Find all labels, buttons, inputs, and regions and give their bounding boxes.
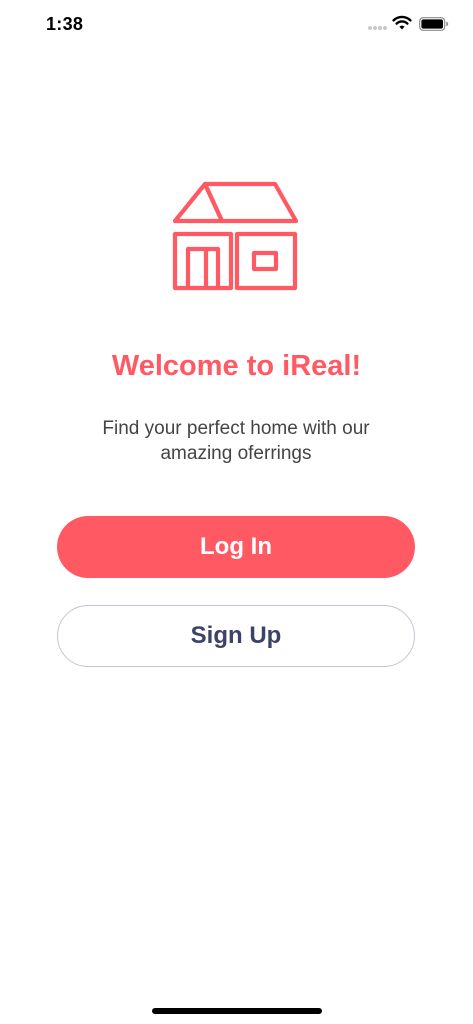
signup-button[interactable]: Sign Up (57, 605, 415, 667)
battery-icon (419, 17, 449, 31)
status-time: 1:38 (46, 14, 84, 34)
status-bar: 1:38 (0, 0, 473, 50)
home-indicator[interactable] (152, 1008, 322, 1014)
welcome-title: Welcome to iReal! (111, 350, 362, 382)
signal-dots-icon (368, 26, 388, 32)
login-button[interactable]: Log In (57, 516, 415, 578)
house-icon (172, 181, 298, 291)
wifi-icon (392, 15, 412, 30)
welcome-subtitle: Find your perfect home with our amazing … (102, 418, 370, 464)
